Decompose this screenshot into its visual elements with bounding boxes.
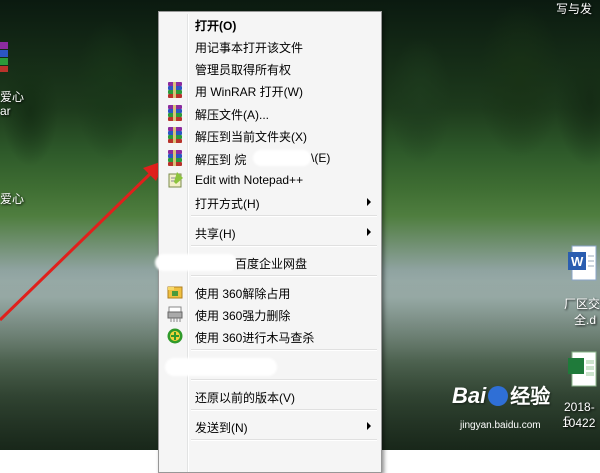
- menu-item-open-with[interactable]: 打开方式(H): [161, 191, 379, 213]
- menu-separator: [191, 245, 377, 247]
- winrar-icon: [167, 105, 183, 121]
- redaction-blur: [165, 358, 277, 376]
- watermark-brand-suffix: 经验: [510, 386, 551, 408]
- menu-separator: [191, 349, 377, 351]
- menu-separator: [191, 379, 377, 381]
- menu-item-extract-here[interactable]: 解压到当前文件夹(X): [161, 124, 379, 146]
- submenu-arrow-icon: [367, 228, 371, 236]
- context-menu: 打开(O) 用记事本打开该文件 管理员取得所有权 用 WinRAR 打开(W) …: [155, 11, 382, 473]
- submenu-arrow-icon: [367, 198, 371, 206]
- watermark-url: jingyan.baidu.com: [460, 420, 541, 431]
- menu-item-extract-to-folder[interactable]: 解压到 烷 \(E): [161, 147, 379, 169]
- menu-item-open-with-winrar[interactable]: 用 WinRAR 打开(W): [161, 79, 379, 101]
- menu-separator: [191, 275, 377, 277]
- menu-item-label: 使用 360强力删除: [195, 309, 291, 323]
- menu-item-send-to[interactable]: 发送到(N): [161, 415, 379, 437]
- redaction-blur: [253, 150, 311, 166]
- menu-item-restore-previous-versions[interactable]: 还原以前的版本(V): [161, 385, 379, 407]
- 360-unlock-icon: [167, 284, 183, 300]
- menu-item-label: 百度企业网盘: [235, 257, 308, 271]
- 360-scan-icon: [167, 328, 183, 344]
- menu-item-baidu-enterprise-disk[interactable]: 百度企业网盘: [155, 251, 379, 273]
- menu-item-label: 解压到 烷: [195, 153, 247, 167]
- notepad-plus-icon: [167, 172, 183, 188]
- menu-item-label: 使用 360解除占用: [195, 287, 291, 301]
- menu-item-label: 发送到(N): [195, 421, 248, 435]
- menu-item-label: 共享(H): [195, 227, 236, 241]
- menu-item-take-ownership[interactable]: 管理员取得所有权: [161, 57, 379, 79]
- watermark-brand: Bai: [452, 383, 487, 408]
- menu-item-label-tail: \(E): [311, 151, 331, 165]
- menu-item-label: 还原以前的版本(V): [195, 391, 295, 405]
- menu-item-360-trojan-scan[interactable]: 使用 360进行木马查杀: [161, 325, 379, 347]
- winrar-icon: [167, 150, 183, 166]
- menu-item-label: 用记事本打开该文件: [195, 41, 304, 55]
- menu-item-label: 打开(O): [195, 19, 237, 33]
- menu-item-label: Edit with Notepad++: [195, 173, 304, 187]
- winrar-icon: [167, 127, 183, 143]
- menu-item-360-unlock[interactable]: 使用 360解除占用: [161, 281, 379, 303]
- menu-separator: [191, 439, 377, 441]
- menu-item-label: 用 WinRAR 打开(W): [195, 85, 303, 99]
- paw-icon: [488, 386, 509, 406]
- menu-item-extract-files[interactable]: 解压文件(A)...: [161, 102, 379, 124]
- menu-item-open-with-notepad[interactable]: 用记事本打开该文件: [161, 35, 379, 57]
- menu-separator: [191, 215, 377, 217]
- menu-item-label: 管理员取得所有权: [195, 63, 292, 77]
- menu-item-open[interactable]: 打开(O): [161, 13, 379, 35]
- menu-separator: [191, 409, 377, 411]
- menu-item-redacted[interactable]: [161, 355, 379, 377]
- submenu-arrow-icon: [367, 422, 371, 430]
- menu-item-share[interactable]: 共享(H): [161, 221, 379, 243]
- menu-item-360-force-delete[interactable]: 使用 360强力删除: [161, 303, 379, 325]
- menu-item-label: 解压文件(A)...: [195, 108, 269, 122]
- redaction-blur: [155, 254, 237, 271]
- 360-shred-icon: [167, 306, 183, 322]
- winrar-icon: [167, 82, 183, 98]
- menu-item-label: 使用 360进行木马查杀: [195, 331, 315, 345]
- menu-item-label: 解压到当前文件夹(X): [195, 130, 307, 144]
- menu-item-edit-with-notepad-plus[interactable]: Edit with Notepad++: [161, 169, 379, 191]
- menu-item-label: 打开方式(H): [195, 197, 260, 211]
